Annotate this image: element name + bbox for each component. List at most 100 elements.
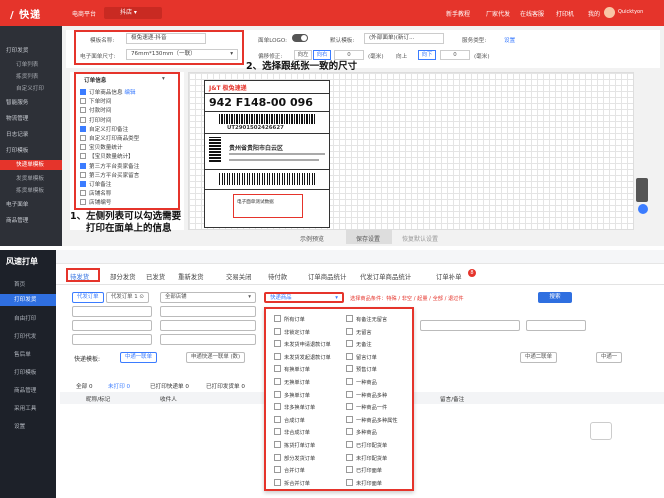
zoom-control[interactable] <box>636 178 648 202</box>
dropdown-option[interactable]: 无换单订单 <box>274 378 310 386</box>
tab-order-status[interactable]: 交易关闭 <box>226 272 252 281</box>
field-checkbox-item[interactable]: 订单商品信息 编辑 <box>80 88 136 96</box>
filter-field-3[interactable] <box>72 320 152 331</box>
filter-field-2[interactable] <box>160 306 256 317</box>
field-checkbox-item[interactable]: 自定义打印商品类型 <box>80 134 139 142</box>
sidebar-item-products[interactable]: 商品管理 <box>14 386 36 394</box>
sidebar-item-print-ship[interactable]: 打印发货 <box>0 294 56 306</box>
field-checkbox-item[interactable]: 店铺名称 <box>80 189 111 197</box>
dropdown-option[interactable]: 一种商品多种 <box>346 391 387 399</box>
filter-field-5[interactable] <box>72 334 152 345</box>
dropdown-option[interactable]: 非多换单订单 <box>274 403 315 411</box>
field-checkbox-item[interactable]: 付款时间 <box>80 106 111 114</box>
custom-print-area[interactable] <box>233 194 303 218</box>
sidebar-item-picking-template[interactable]: 拣货单模板 <box>16 186 44 194</box>
sidebar-item-delivery-template[interactable]: 发货单模板 <box>16 174 44 182</box>
field-checkbox-item[interactable]: 下单时间 <box>80 97 111 105</box>
dropdown-option[interactable]: 预售订单 <box>346 365 377 373</box>
filter-field-8[interactable] <box>526 320 586 331</box>
logo-toggle[interactable] <box>292 34 308 42</box>
filter-field-4[interactable] <box>160 320 256 331</box>
dropdown-option[interactable]: 多换单订单 <box>274 391 310 399</box>
checkbox-icon[interactable] <box>80 89 86 95</box>
dropdown-option[interactable]: 有换单订单 <box>274 365 310 373</box>
dropdown-option[interactable]: 合成订单 <box>274 416 305 424</box>
courier-zto3-button[interactable]: 中通一 <box>596 352 623 363</box>
dropdown-option[interactable]: 一种商品 <box>346 378 377 386</box>
my-link[interactable]: 我的 <box>588 9 600 18</box>
tab-order-status[interactable]: 代发订单商品统计 <box>360 272 411 281</box>
platform-label[interactable]: 电商平台 <box>72 9 96 18</box>
product-filter-select[interactable]: 快递商品 ▾ <box>264 292 344 303</box>
checkbox-icon[interactable] <box>80 116 86 123</box>
sidebar-item-ewaybill[interactable]: 电子面单 <box>6 200 28 208</box>
sidebar-item-tools[interactable]: 采用工具 <box>14 404 36 412</box>
sidebar-item-templates[interactable]: 打印模板 <box>6 146 28 154</box>
dropdown-option[interactable]: 合并订单 <box>274 466 305 474</box>
offset-up-button[interactable]: 向上 <box>396 52 407 60</box>
dropdown-option[interactable]: 部分发货订单 <box>274 454 315 462</box>
filter-field-6[interactable] <box>160 334 256 345</box>
sidebar-item-templates[interactable]: 打印模板 <box>14 368 36 376</box>
filter-field-1[interactable] <box>72 306 152 317</box>
tab-order-status[interactable]: 已发货 <box>146 272 165 281</box>
dropdown-option[interactable]: 未发货发起退款订单 <box>274 353 331 361</box>
status-printed-express[interactable]: 已打印快递单 0 <box>150 382 189 390</box>
checkbox-icon[interactable] <box>80 162 86 169</box>
search-button[interactable]: 搜索 <box>538 292 572 303</box>
courier-zto2-button[interactable]: 中通二联单 <box>520 352 557 363</box>
sidebar-item-express-template[interactable]: 快递单模板 <box>0 160 62 170</box>
checkbox-icon[interactable] <box>80 98 86 105</box>
dropdown-option[interactable]: 未发货申请退款订单 <box>274 340 331 348</box>
dropdown-option[interactable]: 一种商品一件 <box>346 403 387 411</box>
printer-link[interactable]: 打印机 <box>556 9 574 18</box>
vendor-link[interactable]: 厂家代发 <box>486 9 510 18</box>
sidebar-item-logistics[interactable]: 物流管理 <box>6 114 28 122</box>
sidebar-item-custom-print[interactable]: 自定义打印 <box>16 84 44 92</box>
checkbox-icon[interactable] <box>80 190 86 197</box>
field-checkbox-item[interactable]: 自定义打印备注 <box>80 125 128 133</box>
field-checkbox-item[interactable]: 宝贝数量统计 <box>80 143 123 151</box>
avatar[interactable] <box>604 7 615 18</box>
status-printed-delivery[interactable]: 已打印发货单 0 <box>206 382 245 390</box>
waybill-preview[interactable]: J&T 极兔速递 942 F148-00 096 UT2901502426627… <box>204 80 330 228</box>
checkbox-icon[interactable] <box>80 153 86 160</box>
field-checkbox-item[interactable]: 第三方平台卖家备注 <box>80 162 139 170</box>
tab-order-status[interactable]: 重新发货 <box>178 272 204 281</box>
checkbox-icon[interactable] <box>80 199 86 206</box>
checkbox-icon[interactable] <box>80 125 86 132</box>
tab-order-status[interactable]: 订单商品统计 <box>308 272 346 281</box>
dropdown-option[interactable]: 已打印面单 <box>346 466 382 474</box>
dropdown-option[interactable]: 有备注无留言 <box>346 315 387 323</box>
filter-dropship[interactable]: 代发订单 <box>72 292 104 303</box>
field-group-header[interactable]: 订单信息 <box>84 76 106 84</box>
dropdown-option[interactable]: 留言订单 <box>346 353 377 361</box>
checkbox-icon[interactable] <box>80 135 86 141</box>
sidebar-item-orders[interactable]: 订单列表 <box>16 60 38 68</box>
chevron-down-icon[interactable]: ▾ <box>162 76 165 82</box>
tab-order-status[interactable]: 待付款 <box>268 272 287 281</box>
status-unprinted[interactable]: 未打印 0 <box>108 382 130 390</box>
tutorial-link[interactable]: 新手教程 <box>446 9 470 18</box>
checkbox-icon[interactable] <box>80 144 86 151</box>
status-all[interactable]: 全部 0 <box>76 382 93 390</box>
field-checkbox-item[interactable]: 订单备注 <box>80 180 111 188</box>
shop-selector[interactable]: 抖店 ▾ <box>104 7 162 19</box>
sidebar-item-print-ship[interactable]: 打印发货 <box>6 46 28 54</box>
dropdown-option[interactable]: 一种商品多种属性 <box>346 416 398 424</box>
field-checkbox-item[interactable]: 【宝贝数量统计】 <box>80 152 134 160</box>
template-name-input[interactable]: 极兔速递-抖音 <box>126 33 206 44</box>
sidebar-item-settings[interactable]: 设置 <box>14 422 25 430</box>
dropdown-option[interactable]: 多种商品 <box>346 428 377 436</box>
dropdown-option[interactable]: 已打印配货单 <box>346 441 387 449</box>
paper-size-select[interactable]: 76mm*130mm（一联） ▾ <box>126 49 238 60</box>
offset-y-input[interactable]: 0 <box>440 50 470 60</box>
dropdown-option[interactable]: 未打印面单 <box>346 479 382 487</box>
sidebar-item-logs[interactable]: 日志记录 <box>6 130 28 138</box>
service-type-link[interactable]: 设置 <box>504 36 515 44</box>
field-checkbox-item[interactable]: 第三方平台买家留言 <box>80 171 139 179</box>
default-template-select[interactable]: (外部面单)(新订... <box>364 33 444 44</box>
dropdown-option[interactable]: 所有订单 <box>274 315 305 323</box>
reset-button[interactable]: 恢复默认设置 <box>402 234 438 243</box>
checkbox-icon[interactable] <box>80 171 86 178</box>
